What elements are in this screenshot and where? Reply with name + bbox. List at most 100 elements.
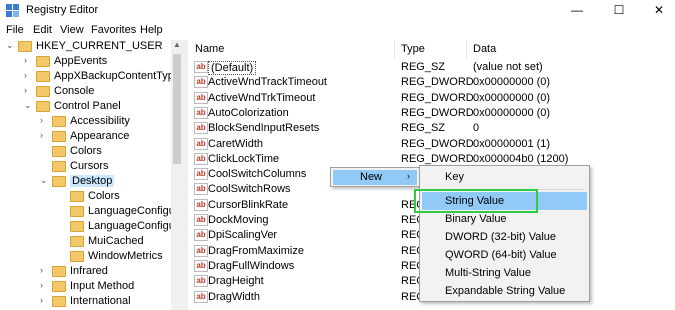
column-header-name[interactable]: Name [195,40,224,58]
submenu-item-expandable-string-value[interactable]: Expandable String Value [422,282,587,300]
ab-string-icon: ab [194,106,208,119]
chevron-down-icon[interactable]: ⌄ [6,40,14,51]
menu-favorites[interactable]: Favorites [91,24,136,36]
tree-item-label: International [70,295,131,307]
folder-icon [70,236,84,247]
value-data: 0x00000001 (1) [473,137,551,150]
chevron-right-icon[interactable]: › [24,55,27,65]
menu-bar: File Edit View Favorites Help [0,21,675,40]
tree-item-label: AppXBackupContentType [54,70,180,82]
tree-item-label: Accessibility [70,115,130,127]
chevron-down-icon[interactable]: ⌄ [24,100,32,111]
tree-item[interactable]: › AppXBackupContentType [0,69,183,84]
tree-item[interactable]: › Appearance [0,129,183,144]
ab-string-icon: ab [194,198,208,211]
value-data: 0x00000000 (0) [473,106,551,119]
tree-item[interactable]: › Console [0,84,183,99]
value-type: REG_SZ [401,122,446,135]
folder-icon [52,296,66,307]
tree-scrollbar[interactable]: ▲ [171,40,183,310]
submenu-item-dword-value[interactable]: DWORD (32-bit) Value [422,228,587,246]
scroll-up-icon[interactable]: ▲ [171,40,183,52]
ab-string-icon: ab [194,168,208,181]
tree-item[interactable]: Colors [0,144,183,159]
value-data: 0 [473,122,480,135]
column-divider[interactable] [394,40,395,58]
tree-item-label: Colors [88,190,120,202]
close-button[interactable]: ✕ [647,2,671,18]
folder-icon [70,191,84,202]
table-row[interactable]: ab ActiveWndTrkTimeout REG_DWORD 0x00000000… [188,91,675,106]
menu-file[interactable]: File [6,24,24,36]
folder-icon [18,41,32,52]
chevron-right-icon[interactable]: › [24,70,27,80]
tree-item[interactable]: WindowMetrics [0,249,183,264]
table-row[interactable]: ab BlockSendInputResets REG_SZ 0 [188,121,675,136]
chevron-down-icon[interactable]: ⌄ [40,175,48,186]
value-name: DragWidth [208,290,260,303]
minimize-button[interactable]: — [565,2,589,18]
menu-edit[interactable]: Edit [33,24,52,36]
value-type: REG_DWORD [401,137,474,150]
value-name: CoolSwitchColumns [208,168,307,181]
ab-string-icon: ab [194,275,208,288]
value-type: REG_DWORD [401,106,474,119]
maximize-button[interactable]: ☐ [607,2,631,18]
tree-item[interactable]: MuiCached [0,234,183,249]
submenu-item-qword-value[interactable]: QWORD (64-bit) Value [422,246,587,264]
tree-item[interactable]: LanguageConfigura [0,219,183,234]
value-name: ActiveWndTrkTimeout [208,91,316,104]
column-header-type[interactable]: Type [401,40,425,58]
tree-item-label: WindowMetrics [88,250,163,262]
table-row[interactable]: ab CaretWidth REG_DWORD 0x00000001 (1) [188,137,675,152]
value-name: CursorBlinkRate [208,198,289,211]
table-row[interactable]: ab AutoColorization REG_DWORD 0x00000000 (0… [188,106,675,121]
chevron-right-icon[interactable]: › [24,85,27,95]
tree-item[interactable]: › AppEvents [0,54,183,69]
chevron-right-icon[interactable]: › [40,115,43,125]
chevron-right-icon[interactable]: › [40,280,43,290]
table-row[interactable]: ab (Default) REG_SZ (value not set) [188,60,675,75]
value-data: 0x000004b0 (1200) [473,152,569,165]
window-title: Registry Editor [26,4,99,16]
tree-item[interactable]: ⌄ HKEY_CURRENT_USER [0,40,183,54]
chevron-right-icon: › [407,171,410,181]
folder-icon [52,161,66,172]
value-name: DragHeight [208,275,264,288]
column-header-data[interactable]: Data [473,40,496,58]
value-name: DpiScalingVer [208,229,278,242]
menu-item-new-label: New [360,171,383,183]
menu-help[interactable]: Help [140,24,163,36]
table-row[interactable]: ab ActiveWndTrackTimeout REG_DWORD 0x000000… [188,75,675,90]
tree-item-label: LanguageConfigura [88,205,183,217]
tree-item[interactable]: ⌄ Control Panel [0,99,183,114]
chevron-right-icon[interactable]: › [40,265,43,275]
tree-item-label: Appearance [70,130,130,142]
folder-icon [52,116,66,127]
value-name: (Default) [208,61,257,75]
tree-item-label: LanguageConfigura [88,220,183,232]
tree-item[interactable]: Colors [0,189,183,204]
submenu-item-multi-string-value[interactable]: Multi-String Value [422,264,587,282]
menu-item-new[interactable]: New › [333,170,417,185]
tree-item[interactable]: › Accessibility [0,114,183,129]
menu-view[interactable]: View [60,24,84,36]
chevron-right-icon[interactable]: › [40,130,43,140]
tree-item[interactable]: › Infrared [0,264,183,279]
value-name: CaretWidth [208,137,264,150]
ab-string-icon: ab [194,214,208,226]
tree-item[interactable]: LanguageConfigura [0,204,183,219]
submenu-item-key[interactable]: Key [422,168,587,186]
tree-item[interactable]: › International [0,294,183,309]
new-submenu: Key String Value Binary Value DWORD (32-… [419,165,590,302]
column-divider[interactable] [466,40,467,58]
scroll-thumb[interactable] [173,54,181,164]
chevron-right-icon[interactable]: › [40,295,43,305]
folder-icon [36,101,50,112]
tree-item[interactable]: ⌄ Desktop [0,174,183,189]
registry-tree[interactable]: ⌄ HKEY_CURRENT_USER › AppEvents › AppXBackupC… [0,40,183,310]
tree-item[interactable]: › Input Method [0,279,183,294]
value-type: REG_DWORD [401,91,474,104]
tree-item[interactable]: Cursors [0,159,183,174]
registry-editor-icon [6,4,19,17]
